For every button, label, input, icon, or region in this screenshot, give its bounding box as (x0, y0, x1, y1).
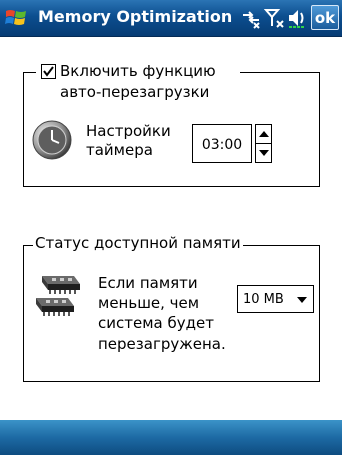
timer-value: 03:00 (201, 136, 243, 153)
memory-chip-icon (36, 276, 80, 316)
timer-spinner[interactable] (255, 124, 272, 163)
spin-up-button[interactable] (256, 125, 271, 144)
memory-description-line4: перезагружена. (98, 335, 226, 353)
arrow-down-icon (258, 149, 269, 156)
timer-label-line2: таймера (86, 141, 153, 159)
clock-icon (32, 120, 72, 160)
timer-input[interactable]: 03:00 (192, 124, 252, 163)
arrow-up-icon (258, 130, 269, 137)
memory-threshold-dropdown[interactable]: 10 MB (237, 285, 314, 313)
auto-restart-label: Включить функцию (60, 62, 216, 80)
auto-restart-checkbox[interactable] (41, 64, 56, 79)
memory-description-line3: система будет (98, 314, 214, 332)
memory-status-legend: Статус доступной памяти (33, 234, 243, 252)
windows-flag-icon[interactable] (4, 6, 28, 30)
timer-label: Настройки (86, 122, 171, 140)
bottom-menu-bar[interactable] (0, 420, 342, 455)
volume-icon[interactable] (287, 7, 309, 29)
memory-threshold-value: 10 MB (243, 291, 284, 307)
auto-restart-label-line2: авто-перезагрузки (60, 83, 210, 101)
title-bar: Memory Optimization ok (0, 0, 342, 37)
spin-down-button[interactable] (256, 144, 271, 163)
checkmark-icon (43, 66, 54, 77)
ok-button[interactable]: ok (311, 5, 339, 30)
app-title: Memory Optimization (38, 7, 233, 26)
memory-description-line1: Если памяти (98, 274, 198, 292)
connectivity-icon[interactable] (240, 7, 262, 29)
signal-icon[interactable] (264, 7, 286, 29)
memory-description-line2: меньше, чем (98, 294, 200, 312)
chevron-down-icon (297, 297, 307, 303)
